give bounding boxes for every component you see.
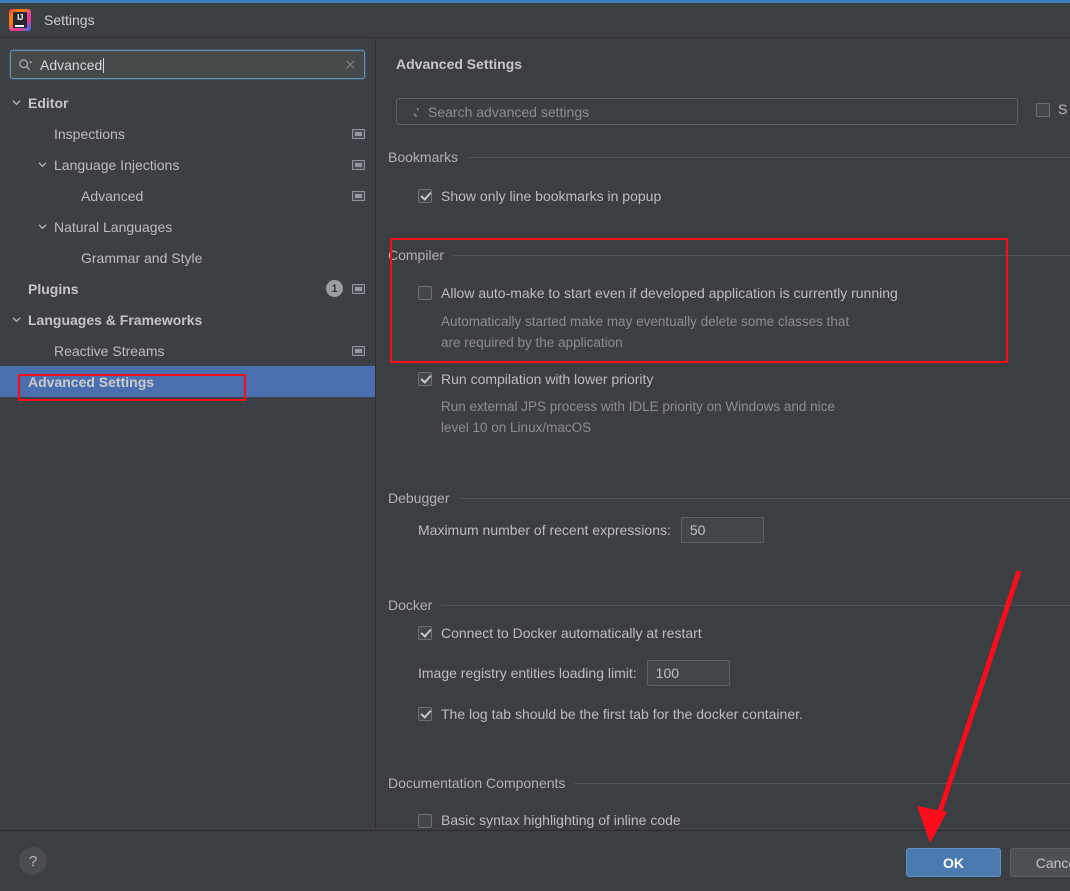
sidebar-item-plugins[interactable]: Plugins 1 (0, 273, 375, 304)
sidebar-item-indicators: 1 (326, 280, 365, 297)
allow-automake-checkbox[interactable] (418, 286, 432, 300)
sidebar-item-indicators (352, 159, 365, 170)
lower-priority-checkbox[interactable] (418, 372, 432, 386)
max-recent-expressions-label: Maximum number of recent expressions: (418, 522, 671, 538)
sidebar-item-grammar-and-style[interactable]: Grammar and Style (0, 242, 375, 273)
group-title-documentation-components: Documentation Components (388, 775, 566, 791)
group-debugger: Debugger (388, 490, 1070, 506)
settings-search-value-wrap: Advanced (40, 57, 344, 73)
project-settings-icon (352, 345, 365, 356)
chevron-down-icon[interactable] (10, 314, 22, 326)
show-modified-only-checkbox[interactable]: S (1036, 101, 1067, 117)
settings-search-field[interactable]: Advanced (10, 50, 365, 79)
show-only-line-bookmarks-checkbox[interactable] (418, 189, 432, 203)
sidebar-item-indicators (352, 345, 365, 356)
log-tab-first-checkbox[interactable] (418, 707, 432, 721)
show-modified-only-checkbox-box[interactable] (1036, 102, 1050, 117)
group-title-docker: Docker (388, 597, 433, 613)
max-recent-expressions-input[interactable]: 50 (680, 517, 764, 543)
sidebar-item-label: Reactive Streams (54, 342, 165, 359)
sidebar-item-label: Advanced (81, 187, 144, 204)
setting-lower-priority[interactable]: Run compilation with lower priority (418, 371, 653, 388)
setting-connect-docker-at-restart[interactable]: Connect to Docker automatically at resta… (418, 625, 702, 642)
sidebar-item-label: Language Injections (54, 156, 180, 173)
allow-automake-description: Automatically started make may eventuall… (441, 314, 850, 350)
setting-log-tab-first[interactable]: The log tab should be the first tab for … (418, 706, 803, 723)
page-title: Advanced Settings (396, 56, 523, 72)
image-registry-limit-input[interactable]: 100 (646, 660, 730, 686)
group-rule (467, 156, 1070, 158)
lower-priority-description: Run external JPS process with IDLE prior… (441, 399, 835, 435)
setting-allow-automake[interactable]: Allow auto-make to start even if develop… (418, 285, 898, 302)
chevron-down-icon[interactable] (36, 221, 48, 233)
sidebar-item-label: Natural Languages (54, 218, 173, 235)
group-title-compiler: Compiler (388, 247, 445, 263)
project-settings-icon (352, 190, 365, 201)
sidebar-item-label: Inspections (54, 125, 125, 142)
settings-tree: Editor Inspections Language Injections Adva… (0, 87, 375, 397)
sidebar-item-editor[interactable]: Editor (0, 87, 375, 118)
sidebar-item-indicators (352, 190, 365, 201)
sidebar-item-badge: 1 (326, 280, 343, 297)
group-docker: Docker (388, 597, 1070, 613)
settings-sidebar: Advanced Editor Inspections Language Injec… (0, 39, 376, 829)
cancel-button[interactable]: Cancel (1010, 848, 1070, 877)
sidebar-item-label: Advanced Settings (28, 373, 155, 390)
sidebar-item-natural-languages[interactable]: Natural Languages (0, 211, 375, 242)
search-icon (18, 58, 32, 72)
settings-search-value: Advanced (40, 56, 103, 73)
chevron-down-icon[interactable] (36, 159, 48, 171)
group-bookmarks: Bookmarks (388, 149, 1070, 165)
group-compiler: Compiler (388, 247, 1070, 263)
advanced-search-input[interactable]: Search advanced settings (396, 98, 1018, 125)
clear-icon[interactable] (344, 58, 357, 71)
window-title: Settings (44, 12, 95, 28)
group-rule (441, 604, 1070, 606)
sidebar-item-label: Languages & Frameworks (28, 311, 203, 328)
sidebar-item-label: Editor (28, 94, 69, 111)
setting-basic-syntax-highlighting[interactable]: Basic syntax highlighting of inline code (418, 811, 681, 829)
text-caret (103, 57, 105, 73)
setting-show-only-line-bookmarks[interactable]: Show only line bookmarks in popup (418, 188, 661, 205)
lower-priority-label: Run compilation with lower priority (441, 371, 654, 387)
sidebar-item-inspections[interactable]: Inspections (0, 118, 375, 149)
allow-automake-label: Allow auto-make to start even if develop… (441, 285, 898, 301)
connect-docker-label: Connect to Docker automatically at resta… (441, 625, 702, 641)
project-settings-icon (352, 283, 365, 294)
group-rule (574, 782, 1070, 784)
sidebar-item-reactive-streams[interactable]: Reactive Streams (0, 335, 375, 366)
group-title-debugger: Debugger (388, 490, 450, 506)
group-rule (458, 497, 1070, 499)
help-button[interactable]: ? (19, 847, 47, 875)
project-settings-icon (352, 159, 365, 170)
image-registry-limit-label: Image registry entities loading limit: (418, 665, 637, 681)
sidebar-item-language-injections[interactable]: Language Injections (0, 149, 375, 180)
setting-max-recent-expressions[interactable]: Maximum number of recent expressions: 50 (418, 517, 764, 543)
intellij-idea-logo-icon: IJ (9, 9, 31, 31)
sidebar-item-indicators (352, 128, 365, 139)
log-tab-first-label: The log tab should be the first tab for … (441, 706, 803, 722)
connect-docker-checkbox[interactable] (418, 626, 432, 640)
advanced-search-placeholder: Search advanced settings (428, 103, 590, 120)
setting-image-registry-limit[interactable]: Image registry entities loading limit: 1… (418, 660, 730, 686)
sidebar-item-advanced[interactable]: Advanced (0, 180, 375, 211)
sidebar-item-label: Grammar and Style (81, 249, 203, 266)
group-title-bookmarks: Bookmarks (388, 149, 459, 165)
advanced-settings-panel: Advanced Settings Search advanced settin… (377, 39, 1070, 829)
show-modified-only-label: S (1058, 101, 1068, 117)
basic-syntax-highlighting-label: Basic syntax highlighting of inline code (441, 811, 681, 828)
sidebar-item-label: Plugins (28, 280, 79, 297)
show-only-line-bookmarks-label: Show only line bookmarks in popup (441, 188, 662, 204)
basic-syntax-highlighting-checkbox[interactable] (418, 813, 432, 828)
settings-dialog: IJ Settings Advanced Editor Inspections … (0, 0, 1070, 891)
search-icon (405, 105, 419, 119)
group-documentation-components: Documentation Components (388, 775, 1070, 791)
chevron-down-icon[interactable] (10, 97, 22, 109)
sidebar-item-languages-frameworks[interactable]: Languages & Frameworks (0, 304, 375, 335)
sidebar-item-advanced-settings[interactable]: Advanced Settings (0, 366, 375, 397)
ok-button[interactable]: OK (906, 848, 1001, 877)
group-rule (453, 254, 1070, 256)
project-settings-icon (352, 128, 365, 139)
title-bar: IJ Settings (0, 3, 1070, 38)
